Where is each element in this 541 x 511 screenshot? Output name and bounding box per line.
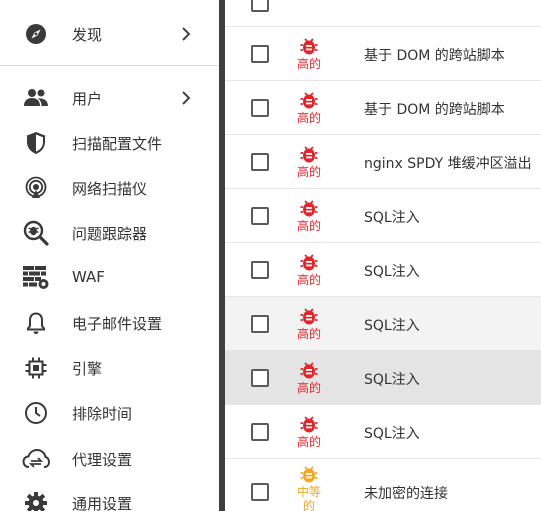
severity-cell: 高的 (287, 414, 331, 449)
sidebar-item-waf[interactable]: WAF (0, 255, 219, 299)
severity-label: 高的 (296, 219, 321, 233)
severity-label: 高的 (296, 165, 321, 179)
bug-search-icon (22, 219, 50, 247)
severity-cell: 高的 (287, 198, 331, 233)
sidebar-item-scan-profiles[interactable]: 扫描配置文件 (0, 121, 219, 165)
sidebar-item-label: 电子邮件设置 (72, 314, 163, 333)
vulnerability-table: 高的 基于 DOM 的跨站脚本 高的 基于 DOM 的跨站脚本 高的 nginx… (225, 0, 541, 511)
row-checkbox[interactable] (251, 99, 269, 117)
row-checkbox[interactable] (251, 423, 269, 441)
sidebar-item-label: 引擎 (72, 359, 103, 378)
sidebar-item-issue-tracker[interactable]: 问题跟踪器 (0, 211, 219, 255)
bug-medium-icon (300, 466, 318, 483)
severity-cell: 高的 (287, 90, 331, 125)
sidebar-item-label: 用户 (72, 89, 103, 108)
bug-high-icon (300, 308, 318, 325)
sidebar-item-label: 扫描配置文件 (72, 134, 163, 153)
sidebar-item-engines[interactable]: 引擎 (0, 346, 219, 390)
sidebar-divider (0, 65, 219, 66)
sidebar-item-discovery[interactable]: 发现 (0, 12, 219, 56)
severity-label: 高的 (296, 57, 321, 71)
row-checkbox[interactable] (251, 153, 269, 171)
sidebar-item-label: 代理设置 (72, 450, 133, 469)
row-checkbox[interactable] (251, 0, 269, 12)
severity-label: 高的 (296, 435, 321, 449)
vulnerability-name[interactable]: SQL注入 (364, 315, 420, 335)
sidebar-item-label: 发现 (72, 25, 103, 44)
users-icon (22, 84, 50, 112)
firewall-icon (22, 263, 50, 291)
severity-label: 高的 (296, 111, 321, 125)
sidebar-item-email-settings[interactable]: 电子邮件设置 (0, 301, 219, 345)
table-row[interactable] (225, 0, 541, 27)
sidebar-item-general-settings[interactable]: 通用设置 (0, 481, 219, 511)
severity-cell: 高的 (287, 144, 331, 179)
severity-cell: 高的 (287, 36, 331, 71)
sidebar-item-label: 通用设置 (72, 494, 133, 511)
sidebar-item-excluded-hours[interactable]: 排除时间 (0, 391, 219, 435)
severity-label: 高的 (296, 381, 321, 395)
vulnerability-name[interactable]: SQL注入 (364, 423, 420, 443)
severity-label: 高的 (296, 327, 321, 341)
row-checkbox[interactable] (251, 369, 269, 387)
bug-high-icon (300, 362, 318, 379)
bug-high-icon (300, 200, 318, 217)
table-row[interactable]: 中等的 未加密的连接 (225, 459, 541, 511)
table-row[interactable]: 高的 SQL注入 (225, 243, 541, 297)
compass-icon (22, 20, 50, 48)
chevron-right-icon (178, 90, 194, 106)
table-row[interactable]: 高的 nginx SPDY 堆缓冲区溢出 (225, 135, 541, 189)
sidebar-item-label: 问题跟踪器 (72, 224, 148, 243)
severity-cell: 中等的 (287, 464, 331, 511)
sidebar-item-label: WAF (72, 268, 105, 286)
row-checkbox[interactable] (251, 45, 269, 63)
gear-icon (22, 489, 50, 511)
shield-icon (22, 129, 50, 157)
table-row[interactable]: 高的 SQL注入 (225, 297, 541, 351)
chip-icon (22, 354, 50, 382)
table-row[interactable]: 高的 基于 DOM 的跨站脚本 (225, 27, 541, 81)
severity-cell: 高的 (287, 360, 331, 395)
radar-icon (22, 174, 50, 202)
vulnerability-name[interactable]: SQL注入 (364, 369, 420, 389)
sidebar-item-label: 排除时间 (72, 404, 133, 423)
severity-cell: 高的 (287, 252, 331, 287)
row-checkbox[interactable] (251, 483, 269, 501)
row-checkbox[interactable] (251, 261, 269, 279)
severity-label: 高的 (296, 273, 321, 287)
row-checkbox[interactable] (251, 315, 269, 333)
sidebar-item-proxy-settings[interactable]: 代理设置 (0, 437, 219, 481)
severity-cell: 高的 (287, 306, 331, 341)
table-row[interactable]: 高的 SQL注入 (225, 189, 541, 243)
bug-high-icon (300, 254, 318, 271)
severity-label: 中等的 (296, 485, 321, 511)
table-row[interactable]: 高的 SQL注入 (225, 405, 541, 459)
bug-high-icon (300, 146, 318, 163)
row-checkbox[interactable] (251, 207, 269, 225)
sidebar-item-users[interactable]: 用户 (0, 76, 219, 120)
bug-high-icon (300, 92, 318, 109)
bell-icon (22, 309, 50, 337)
vulnerability-name[interactable]: SQL注入 (364, 261, 420, 281)
vulnerability-name[interactable]: 未加密的连接 (364, 483, 448, 503)
sidebar-item-label: 网络扫描仪 (72, 179, 148, 198)
cloud-sync-icon (22, 445, 50, 473)
clock-icon (22, 399, 50, 427)
table-row[interactable]: 高的 SQL注入 (225, 351, 541, 405)
table-row[interactable]: 高的 基于 DOM 的跨站脚本 (225, 81, 541, 135)
vulnerability-name[interactable]: nginx SPDY 堆缓冲区溢出 (364, 153, 532, 173)
bug-high-icon (300, 416, 318, 433)
vulnerability-name[interactable]: 基于 DOM 的跨站脚本 (364, 99, 505, 119)
sidebar-item-network-scanner[interactable]: 网络扫描仪 (0, 166, 219, 210)
vulnerability-name[interactable]: 基于 DOM 的跨站脚本 (364, 45, 505, 65)
vulnerability-name[interactable]: SQL注入 (364, 207, 420, 227)
sidebar: 发现 用户 扫描配置文件 网络扫描仪 问题跟踪器 WAF 电子邮件设置 引擎 排… (0, 0, 219, 511)
bug-high-icon (300, 38, 318, 55)
chevron-right-icon (178, 26, 194, 42)
